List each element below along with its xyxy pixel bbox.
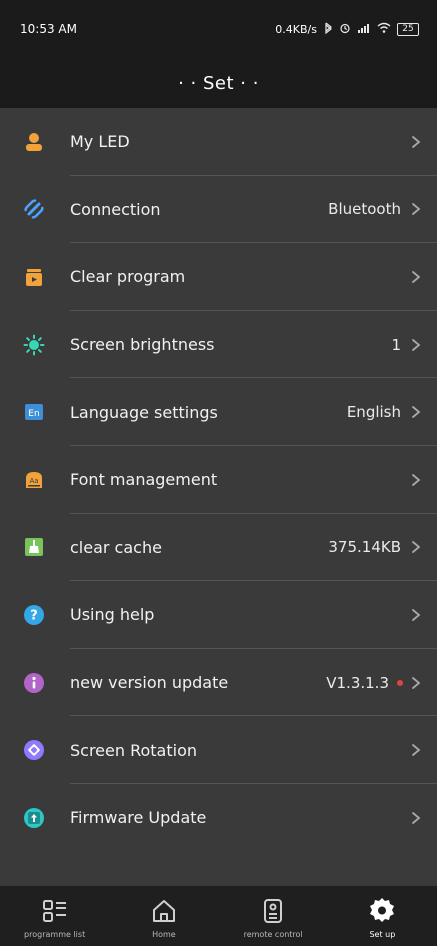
list-grid-icon <box>38 894 72 928</box>
settings-list: My LED Connection Bluetooth Clear progra… <box>0 108 437 886</box>
help-icon: ? <box>22 603 46 627</box>
chevron-right-icon <box>409 270 423 284</box>
setting-row-language[interactable]: En Language settings English <box>0 378 437 446</box>
chevron-right-icon <box>409 540 423 554</box>
wifi-icon <box>377 22 391 37</box>
chevron-right-icon <box>409 202 423 216</box>
setting-label: Firmware Update <box>70 808 207 828</box>
setting-row-firmware-update[interactable]: Firmware Update <box>0 784 437 852</box>
chevron-right-icon <box>409 676 423 690</box>
font-icon: Aa <box>22 468 46 492</box>
chevron-right-icon <box>409 338 423 352</box>
gear-icon <box>365 894 399 928</box>
setting-label: Screen brightness <box>70 335 215 355</box>
setting-label: clear cache <box>70 537 162 557</box>
setting-label: My LED <box>70 132 130 152</box>
page-header: · · Set · · <box>0 58 437 108</box>
remote-icon <box>256 894 290 928</box>
setting-value: 1 <box>391 335 401 354</box>
nav-remote-control[interactable]: remote control <box>223 894 323 939</box>
status-icons: 25 <box>323 22 419 37</box>
setting-label: Clear program <box>70 267 186 287</box>
setting-row-screen-brightness[interactable]: Screen brightness 1 <box>0 311 437 379</box>
nav-label: Home <box>152 930 176 939</box>
setting-label: Using help <box>70 605 155 625</box>
status-right: 0.4KB/s 25 <box>275 22 419 37</box>
setting-value: Bluetooth <box>328 200 401 219</box>
setting-value: English <box>346 403 401 422</box>
setting-value: V1.3.1.3 <box>326 673 389 692</box>
info-icon <box>22 671 46 695</box>
user-icon <box>22 130 46 154</box>
update-badge <box>397 679 403 686</box>
setting-label: new version update <box>70 673 229 693</box>
language-icon: En <box>22 400 46 424</box>
nav-set-up[interactable]: Set up <box>332 894 432 939</box>
setting-row-version-update[interactable]: new version update V1.3.1.3 <box>0 649 437 717</box>
svg-text:?: ? <box>30 608 38 623</box>
chevron-right-icon <box>409 743 423 757</box>
status-time: 10:53 AM <box>20 22 77 36</box>
setting-row-using-help[interactable]: ? Using help <box>0 581 437 649</box>
setting-label: Language settings <box>70 402 218 422</box>
setting-row-clear-program[interactable]: Clear program <box>0 243 437 311</box>
home-icon <box>147 894 181 928</box>
trash-box-icon <box>22 265 46 289</box>
setting-row-my-led[interactable]: My LED <box>0 108 437 176</box>
svg-text:En: En <box>28 409 39 419</box>
rotation-icon <box>22 738 46 762</box>
battery-icon: 25 <box>397 22 419 36</box>
setting-label: Connection <box>70 199 161 219</box>
page-title: · · Set · · <box>178 72 259 94</box>
chevron-right-icon <box>409 135 423 149</box>
setting-row-font-management[interactable]: Aa Font management <box>0 446 437 514</box>
nav-programme-list[interactable]: programme list <box>5 894 105 939</box>
setting-label: Font management <box>70 470 218 490</box>
bluetooth-icon <box>323 22 333 37</box>
nav-home[interactable]: Home <box>114 894 214 939</box>
setting-row-clear-cache[interactable]: clear cache 375.14KB <box>0 514 437 582</box>
nav-label: remote control <box>243 930 303 939</box>
chevron-right-icon <box>409 405 423 419</box>
firmware-icon <box>22 806 46 830</box>
svg-text:Aa: Aa <box>29 477 38 485</box>
signal-icon <box>357 22 371 37</box>
chevron-right-icon <box>409 608 423 622</box>
connection-icon <box>22 197 46 221</box>
broom-icon <box>22 535 46 559</box>
network-speed: 0.4KB/s <box>275 22 317 36</box>
setting-row-screen-rotation[interactable]: Screen Rotation <box>0 716 437 784</box>
alarm-icon <box>339 22 351 37</box>
setting-row-connection[interactable]: Connection Bluetooth <box>0 176 437 244</box>
nav-label: Set up <box>369 930 396 939</box>
chevron-right-icon <box>409 811 423 825</box>
nav-label: programme list <box>24 930 86 939</box>
setting-value: 375.14KB <box>328 538 401 557</box>
setting-label: Screen Rotation <box>70 740 198 760</box>
brightness-icon <box>22 333 46 357</box>
bottom-nav: programme list Home remote control Set u… <box>0 886 437 946</box>
chevron-right-icon <box>409 473 423 487</box>
status-bar: 10:53 AM 0.4KB/s 25 <box>0 0 437 58</box>
